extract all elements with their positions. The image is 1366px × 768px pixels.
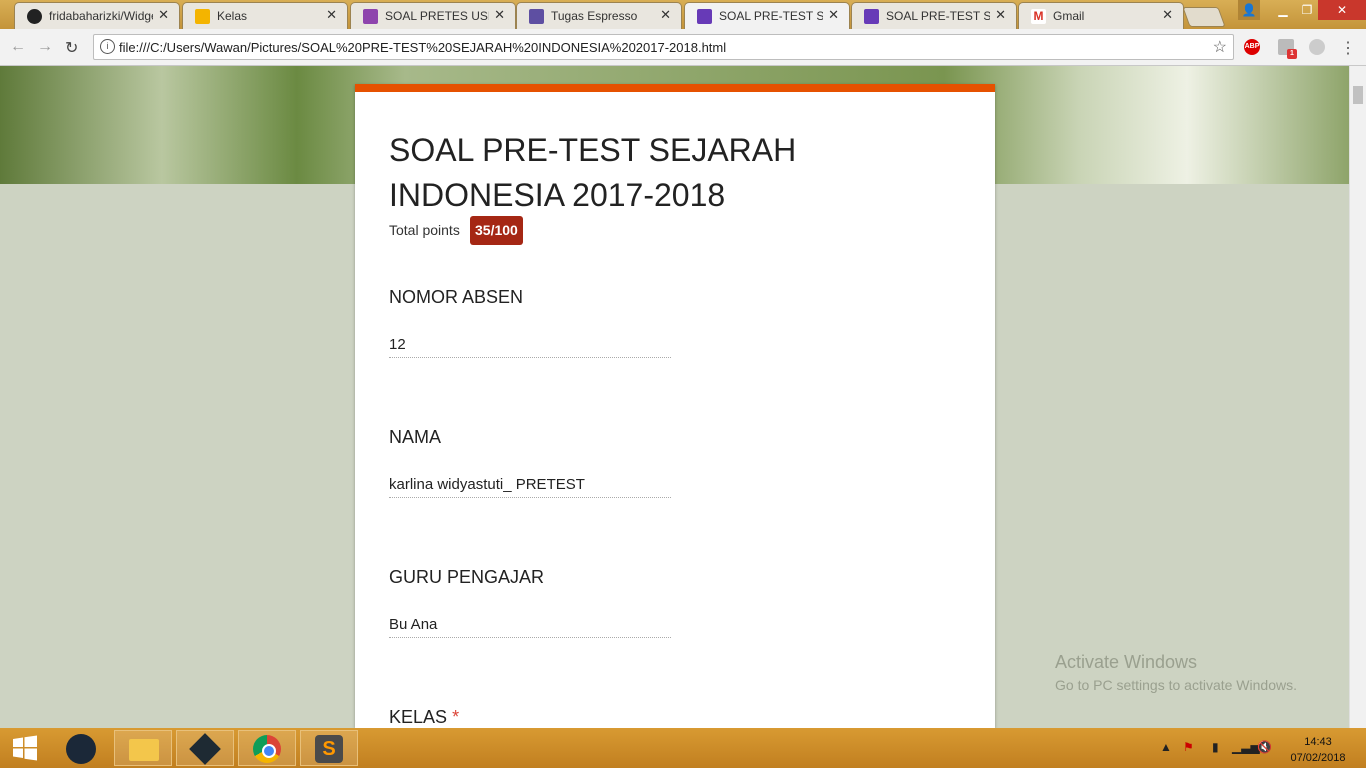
bookmark-star-icon[interactable]: ☆	[1213, 37, 1227, 57]
taskbar-steam[interactable]	[52, 730, 110, 766]
classroom-icon	[195, 9, 210, 24]
contacts-icon	[529, 9, 544, 24]
tab-label: Kelas	[217, 9, 248, 23]
taskbar-file-explorer[interactable]	[114, 730, 172, 766]
action-center-icon[interactable]: ⚑	[1183, 740, 1194, 754]
total-points-label: Total points	[389, 222, 460, 238]
clock-time: 14:43	[1304, 736, 1332, 748]
tab-soal-pre-test[interactable]: SOAL PRE-TEST SEJARAH ✕	[851, 2, 1017, 29]
system-clock[interactable]: 14:43 07/02/2018	[1286, 734, 1350, 766]
tab-strip: fridabaharizki/Widget ✕ Kelas ✕ SOAL PRE…	[0, 0, 1366, 29]
tab-label: SOAL PRETES USBN	[385, 9, 489, 23]
activate-windows-title: Activate Windows	[1055, 652, 1198, 672]
forms-icon	[697, 9, 712, 24]
battery-icon[interactable]: ▮	[1212, 740, 1219, 754]
tab-gmail[interactable]: M Gmail ✕	[1018, 2, 1184, 29]
page-scrollbar[interactable]	[1349, 66, 1366, 728]
close-icon[interactable]: ✕	[158, 7, 169, 23]
form-accent-bar	[355, 84, 995, 92]
info-icon[interactable]: i	[100, 39, 115, 54]
start-button[interactable]	[0, 730, 50, 766]
contacts-icon	[363, 9, 378, 24]
forward-icon[interactable]: →	[37, 38, 53, 56]
adblock-plus-icon[interactable]: ABP	[1244, 39, 1260, 55]
gmail-icon: M	[1031, 9, 1046, 24]
address-bar[interactable]: i file:///C:/Users/Wawan/Pictures/SOAL%2…	[93, 34, 1234, 60]
tab-label: SOAL PRE-TEST SEJARAH	[719, 9, 823, 23]
close-icon[interactable]: ✕	[1162, 7, 1173, 23]
file-explorer-icon	[129, 739, 159, 761]
tab-soal-pretes-usbn[interactable]: SOAL PRETES USBN ✕	[350, 2, 516, 29]
windows-taskbar: S ▲ ⚑ ▮ ▁▃▅ 🔇	[0, 728, 1366, 768]
close-icon[interactable]: ✕	[660, 7, 671, 23]
question-label: KELAS	[389, 707, 448, 727]
question-nama: NAMA	[389, 427, 442, 447]
question-nomor-absen: NOMOR ABSEN	[389, 287, 524, 307]
new-tab-button[interactable]	[1182, 7, 1226, 27]
network-icon[interactable]: ▁▃▅	[1232, 740, 1260, 754]
answer-nomor-absen: 12	[389, 336, 671, 358]
close-window-button[interactable]: ✕	[1318, 0, 1366, 20]
score-badge: 35/100	[470, 216, 523, 245]
forms-icon	[864, 9, 879, 24]
extension-icon[interactable]	[1309, 39, 1325, 55]
start-icon	[13, 735, 37, 761]
sublime-text-icon: S	[315, 735, 343, 763]
tab-label: Gmail	[1053, 9, 1085, 23]
taskbar-chrome[interactable]	[238, 730, 296, 766]
github-icon	[27, 9, 42, 24]
browser-toolbar: ← → ↻ i file:///C:/Users/Wawan/Pictures/…	[0, 29, 1366, 66]
extension-badge: 1	[1287, 49, 1297, 59]
close-icon[interactable]: ✕	[828, 7, 839, 23]
tab-label: Tugas Espresso	[551, 9, 638, 23]
nox-icon	[189, 733, 221, 765]
tab-label: SOAL PRE-TEST SEJARAH	[886, 9, 990, 23]
question-guru-pengajar: GURU PENGAJAR	[389, 567, 545, 587]
taskbar-sublime-text[interactable]: S	[300, 730, 358, 766]
close-icon[interactable]: ✕	[494, 7, 505, 23]
form-title: SOAL PRE-TEST SEJARAH INDONESIA 2017-201…	[389, 132, 797, 213]
volume-icon[interactable]: 🔇	[1257, 740, 1272, 754]
scrollbar-thumb[interactable]	[1353, 86, 1363, 104]
reload-icon[interactable]: ↻	[65, 38, 78, 58]
back-icon[interactable]: ←	[10, 38, 26, 56]
chrome-center	[262, 744, 276, 758]
steam-icon	[66, 734, 96, 764]
answer-guru-pengajar: Bu Ana	[389, 616, 671, 638]
minimize-button[interactable]: ▁	[1270, 0, 1296, 20]
restore-button[interactable]: ❐	[1296, 0, 1318, 20]
show-hidden-icons-icon[interactable]: ▲	[1160, 740, 1172, 754]
close-icon[interactable]: ✕	[326, 7, 337, 23]
tab-kelas[interactable]: Kelas ✕	[182, 2, 348, 29]
required-marker: *	[452, 707, 460, 727]
form-card: SOAL PRE-TEST SEJARAH INDONESIA 2017-201…	[355, 84, 995, 728]
activate-windows-subtitle: Go to PC settings to activate Windows.	[1055, 677, 1297, 693]
tab-label: fridabaharizki/Widget	[49, 9, 153, 23]
question-kelas: KELAS *	[389, 707, 459, 728]
profile-icon[interactable]: 👤	[1238, 0, 1260, 20]
clock-date: 07/02/2018	[1290, 752, 1346, 764]
answer-nama: karlina widyastuti_ PRETEST	[389, 476, 671, 498]
taskbar-nox[interactable]	[176, 730, 234, 766]
url-text[interactable]: file:///C:/Users/Wawan/Pictures/SOAL%20P…	[119, 40, 726, 55]
close-icon[interactable]: ✕	[995, 7, 1006, 23]
tab-tugas-espresso[interactable]: Tugas Espresso ✕	[516, 2, 682, 29]
tab-github[interactable]: fridabaharizki/Widget ✕	[14, 2, 180, 29]
tab-soal-pre-test-active[interactable]: SOAL PRE-TEST SEJARAH ✕	[684, 2, 850, 29]
menu-icon[interactable]: ⋮	[1340, 38, 1356, 58]
